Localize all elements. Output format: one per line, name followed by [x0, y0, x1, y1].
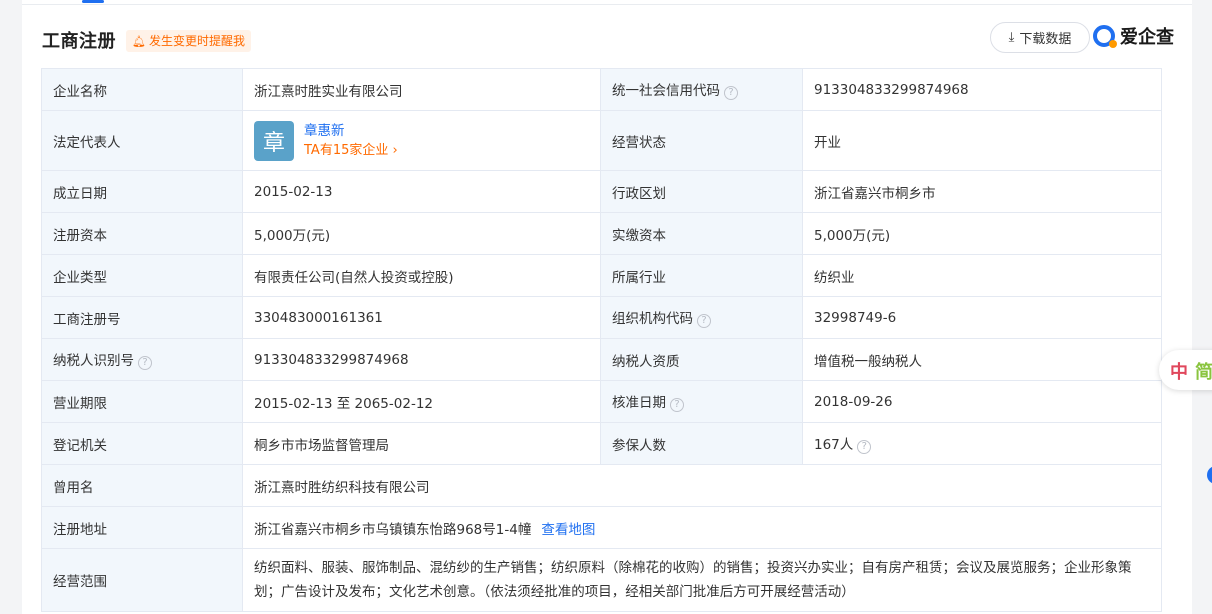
table-row: 企业类型 有限责任公司(自然人投资或控股) 所属行业 纺织业 [41, 254, 1162, 297]
section-header: 工商注册 🔔︎ 发生变更时提醒我 ⤓ 下载数据 爱企查 [42, 22, 1174, 61]
table-row: 工商注册号 330483000161361 组织机构代码? 32998749-6 [41, 296, 1162, 339]
section-title: 工商注册 [42, 31, 116, 52]
credit-code-label-cell: 统一社会信用代码? [600, 68, 803, 111]
biz-term-value: 2015-02-13 至 2065-02-12 [242, 380, 601, 423]
scope-label: 经营范围 [41, 548, 243, 612]
taxpayer-qual-value: 增值税一般纳税人 [802, 338, 1162, 381]
established-label: 成立日期 [41, 170, 243, 213]
bell-icon: 🔔︎ [132, 35, 146, 48]
insured-value: 167人 [814, 437, 854, 453]
paid-capital-label: 实缴资本 [600, 212, 803, 255]
scope-value: 纺织面料、服装、服饰制品、混纺纱的生产销售；纺织原料（除棉花的收购）的销售；投资… [242, 548, 1162, 612]
download-label: 下载数据 [1019, 32, 1072, 47]
insured-value-cell: 167人? [802, 422, 1162, 465]
chinese-char-icon: 中 [1170, 362, 1188, 383]
view-map-link[interactable]: 查看地图 [541, 522, 595, 538]
chevron-right-icon: › [392, 142, 398, 158]
region-value: 浙江省嘉兴市桐乡市 [802, 170, 1162, 213]
table-row: 注册地址 浙江省嘉兴市桐乡市乌镇镇东怡路968号1-4幢 查看地图 [41, 506, 1162, 549]
company-name-value: 浙江熹时胜实业有限公司 [242, 68, 601, 111]
status-value: 开业 [802, 110, 1162, 171]
table-row: 曾用名 浙江熹时胜纺织科技有限公司 [41, 464, 1162, 507]
download-data-button[interactable]: ⤓ 下载数据 [990, 22, 1090, 53]
approval-date-value: 2018-09-26 [802, 380, 1162, 423]
authority-value: 桐乡市市场监督管理局 [242, 422, 601, 465]
established-value: 2015-02-13 [242, 170, 601, 213]
company-type-label: 企业类型 [41, 254, 243, 297]
table-row: 经营范围 纺织面料、服装、服饰制品、混纺纱的生产销售；纺织原料（除棉花的收购）的… [41, 548, 1162, 612]
brand-logo-icon [1093, 25, 1117, 48]
address-label: 注册地址 [41, 506, 243, 549]
active-tab-indicator [82, 0, 104, 3]
language-toggle-widget[interactable]: 中 简 [1159, 350, 1212, 390]
taxpayer-id-value: 913304833299874968 [242, 338, 601, 381]
former-name-value: 浙江熹时胜纺织科技有限公司 [242, 464, 1162, 507]
address-value: 浙江省嘉兴市桐乡市乌镇镇东怡路968号1-4幢 [254, 521, 532, 538]
business-registration-card: 工商注册 🔔︎ 发生变更时提醒我 ⤓ 下载数据 爱企查 企业名称 浙江熹时胜实业有限… [22, 5, 1192, 614]
simplified-char-icon: 简 [1195, 362, 1212, 383]
approval-date-label: 核准日期 [612, 395, 666, 411]
company-name-label: 企业名称 [41, 68, 243, 111]
status-label: 经营状态 [600, 110, 803, 171]
side-float-tab[interactable] [1207, 466, 1212, 484]
change-reminder-badge[interactable]: 🔔︎ 发生变更时提醒我 [126, 30, 251, 52]
industry-label: 所属行业 [600, 254, 803, 297]
reg-no-value: 330483000161361 [242, 296, 601, 339]
org-code-label: 组织机构代码 [612, 311, 693, 327]
brand-logo: 爱企查 [1093, 23, 1174, 49]
table-row: 企业名称 浙江熹时胜实业有限公司 统一社会信用代码? 9133048332998… [41, 68, 1162, 111]
credit-code-value: 913304833299874968 [802, 68, 1162, 111]
reg-capital-value: 5,000万(元) [242, 212, 601, 255]
brand-name: 爱企查 [1120, 27, 1174, 48]
legal-rep-name-link[interactable]: 章惠新 [304, 121, 398, 141]
table-row: 纳税人识别号? 913304833299874968 纳税人资质 增值税一般纳税… [41, 338, 1162, 381]
help-icon[interactable]: ? [724, 86, 738, 100]
legal-rep-cell: 章 章惠新 TA有15家企业 › [242, 110, 601, 171]
help-icon[interactable]: ? [138, 356, 152, 370]
taxpayer-qual-label: 纳税人资质 [600, 338, 803, 381]
table-row: 登记机关 桐乡市市场监督管理局 参保人数 167人? [41, 422, 1162, 465]
authority-label: 登记机关 [41, 422, 243, 465]
table-row: 成立日期 2015-02-13 行政区划 浙江省嘉兴市桐乡市 [41, 170, 1162, 213]
biz-term-label: 营业期限 [41, 380, 243, 423]
taxpayer-id-label-cell: 纳税人识别号? [41, 338, 243, 381]
org-code-label-cell: 组织机构代码? [600, 296, 803, 339]
taxpayer-id-label: 纳税人识别号 [53, 353, 134, 369]
avatar[interactable]: 章 [254, 120, 294, 161]
region-label: 行政区划 [600, 170, 803, 213]
approval-date-label-cell: 核准日期? [600, 380, 803, 423]
related-companies-text: TA有15家企业 [304, 142, 389, 158]
table-row: 营业期限 2015-02-13 至 2065-02-12 核准日期? 2018-… [41, 380, 1162, 423]
address-cell: 浙江省嘉兴市桐乡市乌镇镇东怡路968号1-4幢 查看地图 [242, 506, 1162, 549]
download-icon: ⤓ [1008, 30, 1015, 45]
help-icon[interactable]: ? [857, 440, 872, 454]
reminder-text: 发生变更时提醒我 [148, 34, 245, 48]
org-code-value: 32998749-6 [802, 296, 1162, 339]
reg-capital-label: 注册资本 [41, 212, 243, 255]
insured-label: 参保人数 [600, 422, 803, 465]
company-type-value: 有限责任公司(自然人投资或控股) [242, 254, 601, 297]
credit-code-label: 统一社会信用代码 [612, 83, 720, 99]
legal-rep-label: 法定代表人 [41, 110, 243, 171]
paid-capital-value: 5,000万(元) [802, 212, 1162, 255]
registration-info-table: 企业名称 浙江熹时胜实业有限公司 统一社会信用代码? 9133048332998… [41, 68, 1162, 612]
related-companies-link[interactable]: TA有15家企业 › [304, 141, 398, 161]
reg-no-label: 工商注册号 [41, 296, 243, 339]
table-row: 注册资本 5,000万(元) 实缴资本 5,000万(元) [41, 212, 1162, 255]
table-row: 法定代表人 章 章惠新 TA有15家企业 › 经营状态 开业 [41, 110, 1162, 171]
industry-value: 纺织业 [802, 254, 1162, 297]
help-icon[interactable]: ? [670, 398, 684, 412]
help-icon[interactable]: ? [697, 314, 711, 328]
former-name-label: 曾用名 [41, 464, 243, 507]
